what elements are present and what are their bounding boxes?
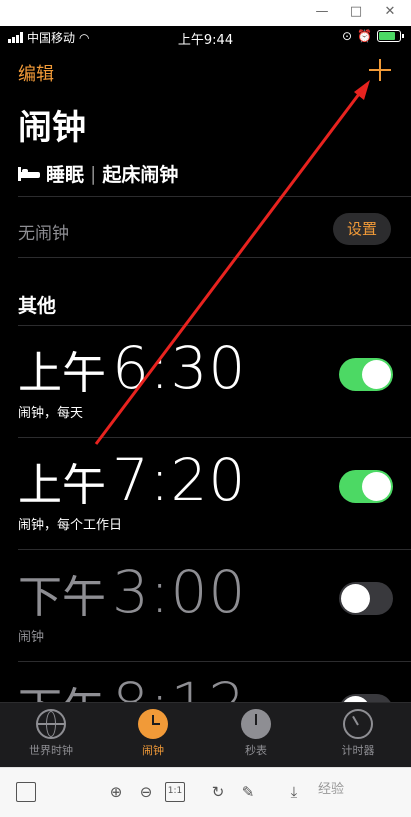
zoom-out-icon[interactable]: ⊖ <box>136 782 156 802</box>
window-titlebar: — □ ✕ <box>0 0 411 26</box>
battery-icon <box>377 30 404 42</box>
alarm-clock-icon <box>138 709 168 739</box>
divider <box>18 196 411 197</box>
actual-size-button[interactable]: 1:1 <box>165 782 185 802</box>
alarm-clock-time: 7:20 <box>112 446 247 514</box>
alarm-label: 闹钟，每天 <box>18 406 84 421</box>
alarm-row[interactable]: 下午 3:00 闹钟 <box>0 550 411 662</box>
no-alarm-text: 无闹钟 <box>18 224 69 244</box>
toggle-knob <box>341 584 370 613</box>
thumbnail-icon[interactable] <box>16 782 36 802</box>
status-bar: 中国移动 ◠ 上午9:44 ⊙ ⏰ <box>0 26 411 48</box>
tab-alarm[interactable]: 闹钟 <box>102 707 204 758</box>
alarm-label: 闹钟 <box>18 630 45 645</box>
tab-label: 世界时钟 <box>29 744 73 757</box>
wake-alarm-label: 起床闹钟 <box>102 164 179 186</box>
alarm-status-icon: ⏰ <box>357 29 372 43</box>
edit-button[interactable]: 编辑 <box>18 60 54 86</box>
window-controls: — □ ✕ <box>315 4 397 19</box>
alarm-row[interactable]: 上午 6:30 闹钟，每天 <box>0 326 411 438</box>
sleep-label: 睡眠 <box>46 164 85 186</box>
tab-label: 秒表 <box>245 744 267 757</box>
viewer-toolbar: ⊕ ⊖ 1:1 ↻ ✎ ⤓ 经验 <box>0 767 411 817</box>
globe-icon <box>36 709 66 739</box>
tab-stopwatch[interactable]: 秒表 <box>205 707 307 758</box>
alarm-time: 下午 3:00 <box>18 558 246 626</box>
sleep-header: 睡眠 | 起床闹钟 <box>18 160 178 187</box>
page-title: 闹钟 <box>18 108 86 148</box>
alarm-clock-time: 6:30 <box>112 334 247 402</box>
minimize-icon[interactable]: — <box>315 4 329 19</box>
maximize-icon[interactable]: □ <box>349 4 363 19</box>
bed-icon <box>18 166 40 181</box>
alarm-ampm: 上午 <box>18 460 106 511</box>
timer-icon <box>343 709 373 739</box>
alarm-toggle[interactable] <box>339 470 393 503</box>
alarm-toggle[interactable] <box>339 582 393 615</box>
tab-world-clock[interactable]: 世界时钟 <box>0 707 102 758</box>
separator: | <box>90 162 97 185</box>
alarm-row[interactable]: 上午 7:20 闹钟，每个工作日 <box>0 438 411 550</box>
close-icon[interactable]: ✕ <box>383 4 397 19</box>
add-alarm-button[interactable] <box>366 56 394 84</box>
tab-bar: 世界时钟 闹钟 秒表 计时器 <box>0 702 411 767</box>
rotate-icon[interactable]: ↻ <box>208 782 228 802</box>
phone-screen: 中国移动 ◠ 上午9:44 ⊙ ⏰ 编辑 闹钟 睡眠 | 起床闹钟 无闹钟 设置… <box>0 26 411 767</box>
zoom-in-icon[interactable]: ⊕ <box>106 782 126 802</box>
section-other-title: 其他 <box>18 295 57 317</box>
alarm-ampm: 下午 <box>18 572 106 623</box>
divider <box>18 257 411 258</box>
alarm-time: 上午 7:20 <box>18 446 246 514</box>
alarm-clock-time: 3:00 <box>112 558 247 626</box>
toggle-knob <box>362 360 391 389</box>
set-sleep-button[interactable]: 设置 <box>333 213 391 245</box>
alarm-toggle[interactable] <box>339 358 393 391</box>
tab-timer[interactable]: 计时器 <box>307 707 409 758</box>
toggle-knob <box>362 472 391 501</box>
download-icon[interactable]: ⤓ <box>284 782 304 802</box>
alarm-time: 上午 6:30 <box>18 334 246 402</box>
watermark: 经验 <box>318 782 345 797</box>
edit-icon[interactable]: ✎ <box>238 782 258 802</box>
alarm-ampm: 上午 <box>18 348 106 399</box>
orientation-lock-icon: ⊙ <box>341 29 353 43</box>
tab-label: 闹钟 <box>142 744 164 757</box>
tab-label: 计时器 <box>341 744 375 757</box>
stopwatch-icon <box>241 709 271 739</box>
alarm-label: 闹钟，每个工作日 <box>18 518 123 533</box>
